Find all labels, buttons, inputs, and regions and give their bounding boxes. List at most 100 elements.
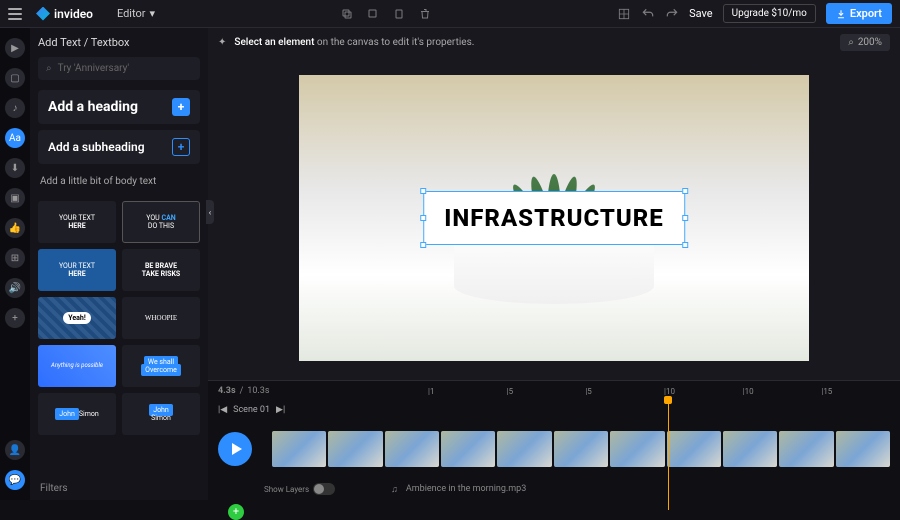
template-2[interactable]: YOU CANDO THIS	[122, 201, 200, 243]
time-ruler: 4.3s/10.3s |1 |5 |5 |10 |10 |15	[208, 381, 900, 401]
clip[interactable]	[836, 431, 890, 467]
search-input[interactable]: ⌕ Try 'Anniversary'	[38, 57, 200, 80]
center-toolbar	[341, 8, 431, 20]
save-button[interactable]: Save	[689, 7, 713, 20]
rail-image[interactable]: ▢	[5, 68, 25, 88]
left-rail: ▶ ▢ ♪ Aa ⬇ ▣ 👍 ⊞ 🔊 + 👤 💬	[0, 28, 30, 500]
duplicate-icon[interactable]	[367, 8, 379, 20]
chevron-down-icon: ▾	[149, 7, 155, 20]
template-5[interactable]: Yeah!	[38, 297, 116, 339]
clip[interactable]	[667, 431, 721, 467]
playhead[interactable]	[668, 400, 669, 510]
template-9[interactable]: John Simon	[38, 393, 116, 435]
ruler-marks: |1 |5 |5 |10 |10 |15	[428, 387, 900, 396]
timeline: 4.3s/10.3s |1 |5 |5 |10 |10 |15 |◀ Scene…	[208, 380, 900, 500]
trash-icon[interactable]	[419, 8, 431, 20]
top-bar: invideo Editor ▾ Save Upgrade $10/mo Exp…	[0, 0, 900, 28]
template-3[interactable]: YOUR TEXTHERE	[38, 249, 116, 291]
sparkle-icon: ✦	[218, 37, 226, 48]
export-button[interactable]: Export	[826, 3, 892, 24]
scene-row: |◀ Scene 01 ▶|	[208, 401, 900, 419]
rail-folder[interactable]: ▣	[5, 188, 25, 208]
redo-icon[interactable]	[665, 7, 679, 21]
clip[interactable]	[723, 431, 777, 467]
toggle-icon[interactable]	[313, 483, 335, 495]
time-info: 4.3s/10.3s	[218, 386, 269, 396]
clip[interactable]	[272, 431, 326, 467]
handle-r[interactable]	[682, 215, 688, 221]
canvas-wrap: INFRASTRUCTURE	[208, 56, 900, 380]
brand-name: invideo	[54, 7, 93, 21]
editor-dropdown[interactable]: Editor ▾	[117, 7, 155, 20]
grid-icon[interactable]	[617, 7, 631, 21]
paste-icon[interactable]	[393, 8, 405, 20]
panel-collapse[interactable]: ‹	[206, 200, 214, 224]
download-icon	[836, 9, 846, 19]
next-scene-icon[interactable]: ▶|	[276, 405, 285, 415]
panel-title: Add Text / Textbox	[38, 36, 200, 49]
right-toolbar: Save Upgrade $10/mo Export	[617, 3, 892, 24]
rail-music[interactable]: ♪	[5, 98, 25, 118]
audio-icon: ♫	[391, 484, 398, 495]
add-subheading-row[interactable]: Add a subheading +	[38, 130, 200, 164]
handle-tl[interactable]	[420, 188, 426, 194]
audio-row: Show Layers ♫ Ambience in the morning.mp…	[208, 478, 900, 500]
upgrade-button[interactable]: Upgrade $10/mo	[723, 4, 816, 23]
copy-icon[interactable]	[341, 8, 353, 20]
rail-help[interactable]: 💬	[5, 470, 25, 490]
audio-filename[interactable]: Ambience in the morning.mp3	[406, 484, 526, 494]
play-button[interactable]	[218, 432, 252, 466]
logo-area: invideo Editor ▾	[8, 7, 155, 21]
prev-scene-icon[interactable]: |◀	[218, 405, 227, 415]
template-8[interactable]: We shallOvercome	[122, 345, 200, 387]
text-panel: Add Text / Textbox ⌕ Try 'Anniversary' A…	[30, 28, 208, 500]
clip[interactable]	[441, 431, 495, 467]
clip[interactable]	[497, 431, 551, 467]
add-body-text[interactable]: Add a little bit of body text	[38, 170, 200, 193]
clip[interactable]	[385, 431, 439, 467]
main-area: ▶ ▢ ♪ Aa ⬇ ▣ 👍 ⊞ 🔊 + 👤 💬 Add Text / Text…	[0, 28, 900, 500]
handle-tr[interactable]	[682, 188, 688, 194]
clip[interactable]	[328, 431, 382, 467]
rail-add[interactable]: +	[5, 308, 25, 328]
template-7[interactable]: Anything is possible	[38, 345, 116, 387]
zoom-control[interactable]: ⌕ 200%	[840, 34, 890, 51]
editor-label: Editor	[117, 7, 146, 20]
menu-icon[interactable]	[8, 8, 22, 20]
add-heading-row[interactable]: Add a heading +	[38, 90, 200, 124]
show-layers-toggle[interactable]: Show Layers	[264, 483, 335, 495]
canvas[interactable]: INFRASTRUCTURE	[299, 75, 809, 361]
template-10[interactable]: JohnSimon	[122, 393, 200, 435]
template-1[interactable]: YOUR TEXTHERE	[38, 201, 116, 243]
rail-layout[interactable]: ⊞	[5, 248, 25, 268]
undo-icon[interactable]	[641, 7, 655, 21]
template-4[interactable]: BE BRAVETAKE RISKS	[122, 249, 200, 291]
clip-track[interactable]	[272, 431, 890, 467]
brand-logo[interactable]: invideo	[36, 7, 93, 21]
rail-video[interactable]: ▶	[5, 38, 25, 58]
add-track-button[interactable]: +	[228, 504, 244, 520]
add-subheading-button[interactable]: +	[172, 138, 190, 156]
clip[interactable]	[779, 431, 833, 467]
rail-text[interactable]: Aa	[5, 128, 25, 148]
search-icon: ⌕	[46, 63, 52, 74]
rail-upload[interactable]: ⬇	[5, 158, 25, 178]
text-templates: YOUR TEXTHERE YOU CANDO THIS YOUR TEXTHE…	[38, 201, 200, 435]
text-element[interactable]: INFRASTRUCTURE	[423, 191, 685, 245]
play-row: +	[208, 419, 900, 478]
rail-thumb[interactable]: 👍	[5, 218, 25, 238]
handle-bl[interactable]	[420, 242, 426, 248]
hint-bar: ✦ Select an element on the canvas to edi…	[208, 28, 900, 56]
magnify-icon: ⌕	[848, 37, 854, 48]
handle-br[interactable]	[682, 242, 688, 248]
scene-label[interactable]: Scene 01	[233, 405, 270, 415]
clip[interactable]	[610, 431, 664, 467]
rail-volume[interactable]: 🔊	[5, 278, 25, 298]
handle-l[interactable]	[420, 215, 426, 221]
add-heading-button[interactable]: +	[172, 98, 190, 116]
logo-mark-icon	[36, 7, 50, 21]
clip[interactable]	[554, 431, 608, 467]
template-6[interactable]: WHOOPIE	[122, 297, 200, 339]
rail-account[interactable]: 👤	[5, 440, 25, 460]
filters-button[interactable]: Filters	[30, 477, 208, 500]
